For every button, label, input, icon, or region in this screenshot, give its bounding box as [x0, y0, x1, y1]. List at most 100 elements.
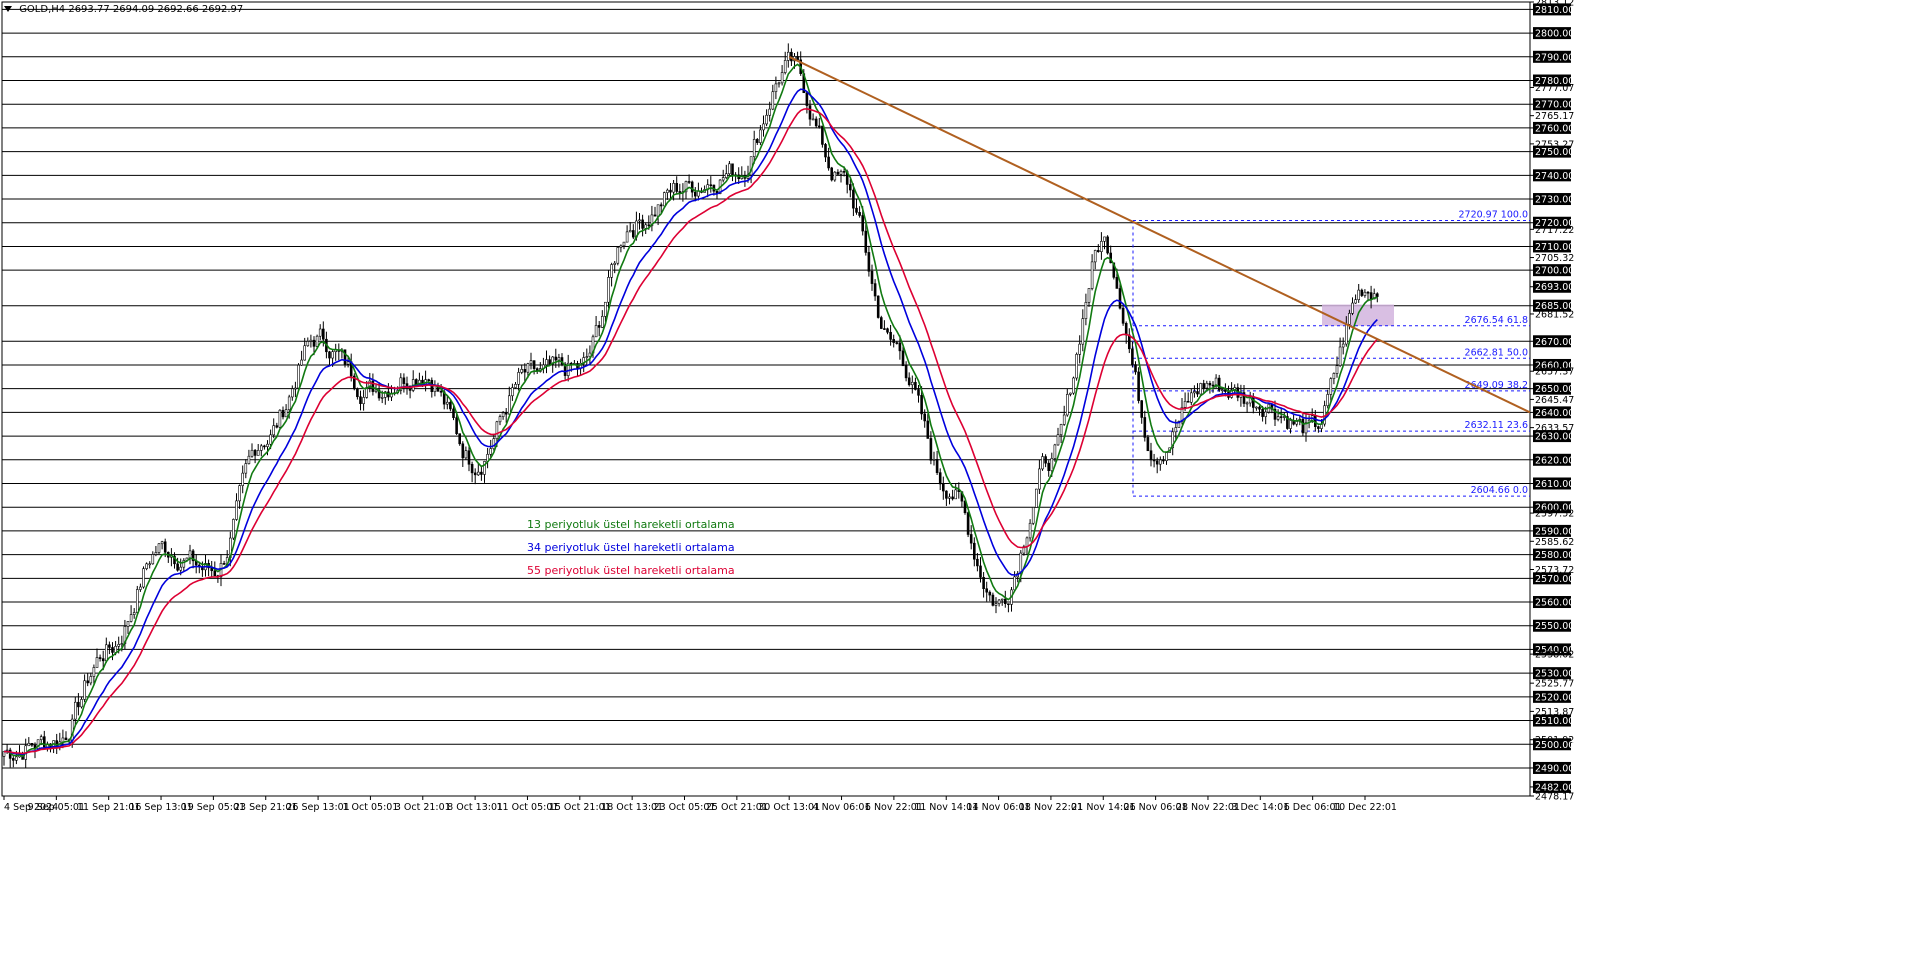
candle-body: [1363, 291, 1367, 296]
candle-body: [638, 219, 641, 222]
candle-body: [120, 643, 124, 645]
candle-body: [1335, 365, 1339, 374]
candle-body: [873, 283, 877, 297]
candle-body: [1217, 377, 1221, 391]
candle-body: [1050, 458, 1054, 471]
legend-entry: 55 periyotluk üstel hareketli ortalama: [527, 564, 735, 577]
candle-body: [1053, 444, 1057, 459]
candle-body: [796, 56, 799, 61]
candle-body: [811, 118, 815, 121]
candle-body: [687, 181, 691, 183]
candle-body: [858, 212, 861, 216]
candle-body: [1007, 603, 1010, 605]
candle-body: [498, 416, 502, 423]
price-tick-label: 2585.62: [1535, 537, 1574, 548]
price-tick-label: 2730.00: [1535, 195, 1574, 206]
candle-body: [458, 433, 462, 445]
candle-body: [532, 360, 536, 369]
time-tick-label: 28 Nov 22:01: [1176, 802, 1240, 813]
candle-body: [328, 351, 331, 359]
candle-body: [935, 459, 939, 473]
candle-body: [80, 699, 83, 708]
price-tick-label: 2770.00: [1535, 100, 1574, 111]
candle-body: [160, 541, 164, 545]
candle-body: [728, 163, 731, 175]
fib-level-label: 2604.66 0.0: [1471, 485, 1528, 496]
candle-body: [1162, 459, 1165, 462]
candle-body: [148, 563, 151, 566]
candle-body: [613, 262, 617, 265]
candle-body: [1025, 537, 1029, 547]
candle-body: [827, 156, 830, 169]
candle-body: [1208, 382, 1212, 386]
candle-body: [594, 325, 598, 338]
candle-body: [511, 387, 514, 397]
candle-body: [721, 177, 725, 181]
candle-body: [89, 676, 93, 684]
candle-body: [136, 589, 139, 613]
candle-body: [476, 471, 480, 476]
price-tick-label: 2777.07: [1535, 83, 1574, 94]
candle-body: [783, 60, 787, 73]
candle-body: [1258, 406, 1261, 410]
price-tick-label: 2657.37: [1535, 367, 1574, 378]
fib-level-label: 2676.54 61.8: [1465, 315, 1528, 326]
candle-body: [275, 425, 279, 428]
candle-body: [861, 215, 865, 232]
price-tick-label: 2790.00: [1535, 52, 1574, 63]
candle-body: [247, 455, 251, 464]
candle-body: [39, 736, 43, 741]
candle-body: [870, 270, 874, 284]
candle-body: [151, 554, 155, 565]
candle-body: [656, 204, 660, 217]
candle-body: [765, 114, 768, 125]
candle-body: [1369, 292, 1373, 300]
candle-body: [1093, 250, 1097, 263]
candle-body: [597, 325, 601, 328]
candle-body: [969, 534, 973, 544]
candle-body: [731, 163, 734, 176]
candle-body: [600, 316, 604, 328]
price-tick-label: 2570.00: [1535, 574, 1574, 585]
candle-body: [526, 363, 530, 373]
price-chart[interactable]: 2720.97 100.0 2676.54 61.8 2662.81 50.0 264…: [0, 0, 1916, 963]
candle-body: [1357, 289, 1360, 300]
candle-body: [269, 434, 272, 445]
candle-body: [489, 448, 493, 455]
candle-body: [994, 603, 998, 606]
candle-body: [449, 401, 452, 410]
candle-body: [780, 72, 784, 84]
candle-body: [842, 171, 846, 173]
candle-body: [1097, 250, 1100, 252]
candle-body: [1038, 468, 1041, 490]
candle-body: [77, 701, 80, 708]
candle-body: [455, 417, 458, 434]
candle-body: [235, 500, 238, 520]
candle-body: [659, 204, 663, 207]
candle-body: [272, 425, 276, 436]
price-tick-label: 2760.00: [1535, 123, 1574, 134]
candle-body: [86, 680, 89, 684]
candle-body: [300, 359, 303, 366]
candle-body: [690, 181, 694, 193]
candle-body: [1152, 459, 1156, 462]
candle-body: [467, 450, 471, 465]
candle-body: [644, 224, 648, 229]
candle-body: [948, 496, 951, 499]
candle-body: [855, 207, 858, 213]
candle-body: [1199, 383, 1202, 395]
candle-body: [920, 395, 923, 415]
candle-body: [1329, 378, 1333, 395]
candle-body: [1056, 434, 1060, 446]
candle-body: [1134, 364, 1137, 373]
candle-body: [771, 91, 775, 110]
candle-body: [501, 412, 505, 417]
price-tick-label: 2590.00: [1535, 526, 1574, 537]
candle-body: [142, 568, 145, 588]
candle-body: [95, 657, 99, 668]
candle-body: [607, 277, 610, 303]
candle-body: [976, 558, 979, 567]
price-tick-label: 2538.02: [1535, 650, 1574, 661]
candle-body: [777, 82, 781, 85]
candle-body: [1165, 452, 1168, 462]
